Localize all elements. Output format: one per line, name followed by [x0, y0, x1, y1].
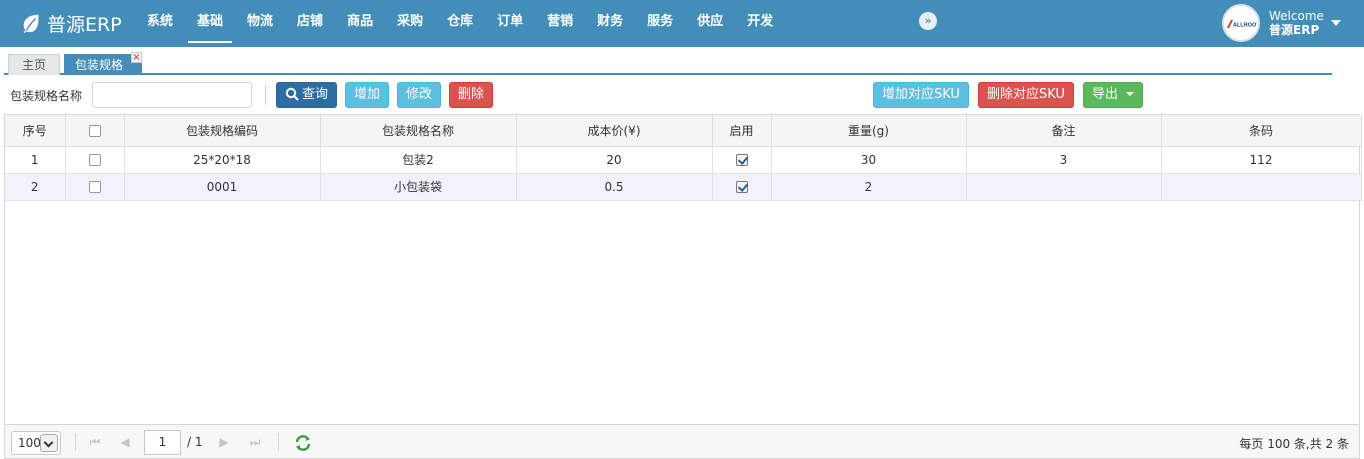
row-remark: 3 [966, 146, 1162, 174]
pager-summary: 每页 100 条,共 2 条 [1239, 437, 1349, 451]
main-menu: 系统 基础 物流 店铺 商品 采购 仓库 订单 营销 财务 服务 供应 开发 [138, 0, 788, 47]
col-header-remark[interactable]: 备注 [966, 115, 1162, 147]
package-spec-table: 序号 包装规格编码 包装规格名称 成本价(¥) 启用 重量(g) 备注 条码 1… [5, 115, 1362, 201]
menu-item-shop[interactable]: 店铺 [288, 0, 332, 47]
caret-down-icon [1126, 92, 1135, 96]
brand[interactable]: 普源ERP [20, 10, 122, 36]
row-weight: 30 [771, 146, 967, 174]
row-weight: 2 [771, 173, 967, 201]
page-size-value: 100 [18, 436, 41, 450]
col-header-enabled[interactable]: 启用 [712, 115, 772, 147]
tab-bar: 主页 包装规格 [4, 51, 1332, 75]
menu-item-warehouse[interactable]: 仓库 [438, 0, 482, 47]
menu-item-marketing[interactable]: 营销 [538, 0, 582, 47]
toolbar: 包装规格名称 查询 增加 修改 删除 增加对应SKU 删除对应SKU 导出 [4, 78, 1360, 114]
total-pages: / 1 [187, 435, 203, 449]
table-header: 序号 包装规格编码 包装规格名称 成本价(¥) 启用 重量(g) 备注 条码 [5, 115, 1362, 147]
row-code: 0001 [124, 173, 321, 201]
double-chevron-right-icon[interactable]: » [919, 12, 937, 30]
menu-item-logistics[interactable]: 物流 [238, 0, 282, 47]
pager-divider [75, 433, 76, 451]
brand-name: 普源ERP [47, 13, 122, 36]
close-icon[interactable]: × [131, 52, 142, 63]
menu-item-service[interactable]: 服务 [638, 0, 682, 47]
first-page-icon[interactable]: ⏮ [88, 435, 102, 449]
next-page-icon[interactable]: ▶ [217, 435, 231, 449]
table-row[interactable]: 2 0001 小包装袋 0.5 2 [5, 173, 1362, 201]
row-barcode: 112 [1161, 146, 1362, 174]
table-row[interactable]: 1 25*20*18 包装2 20 30 3 112 [5, 146, 1362, 174]
query-button[interactable]: 查询 [276, 82, 338, 108]
row-name: 小包装袋 [320, 173, 517, 201]
row-code: 25*20*18 [124, 146, 321, 174]
row-checkbox[interactable] [88, 181, 101, 193]
menu-item-system[interactable]: 系统 [138, 0, 182, 47]
row-remark [966, 173, 1162, 201]
menu-item-supply[interactable]: 供应 [688, 0, 732, 47]
col-header-no[interactable]: 序号 [5, 115, 66, 147]
chevron-down-icon[interactable] [40, 434, 58, 452]
row-cost: 20 [516, 146, 713, 174]
last-page-icon[interactable]: ⏭ [248, 435, 262, 449]
page-number-input[interactable]: 1 [144, 430, 181, 455]
tab-home[interactable]: 主页 [8, 54, 60, 75]
col-header-name[interactable]: 包装规格名称 [320, 115, 517, 147]
pager: 100 ⏮ ◀ 1 / 1 ▶ ⏭ 每页 100 条,共 2 条 [4, 424, 1360, 459]
row-select[interactable] [65, 173, 125, 201]
col-header-code[interactable]: 包装规格编码 [124, 115, 321, 147]
menu-item-develop[interactable]: 开发 [738, 0, 782, 47]
row-name: 包装2 [320, 146, 517, 174]
package-name-input[interactable] [92, 82, 252, 108]
row-no: 1 [5, 146, 66, 174]
row-enabled [712, 146, 772, 174]
user-name: 普源ERP [1269, 23, 1320, 37]
enabled-checkbox [735, 154, 748, 166]
avatar: ALLROOT [1222, 4, 1260, 42]
delete-sku-button[interactable]: 删除对应SKU [978, 82, 1074, 108]
leaf-icon [23, 14, 39, 34]
caret-down-icon[interactable] [1331, 20, 1341, 26]
export-button-label: 导出 [1092, 87, 1119, 102]
menu-item-basic[interactable]: 基础 [188, 0, 233, 47]
col-header-select[interactable] [65, 115, 125, 147]
prev-page-icon[interactable]: ◀ [118, 435, 132, 449]
row-checkbox[interactable] [88, 154, 101, 166]
enabled-checkbox [735, 181, 748, 193]
row-no: 2 [5, 173, 66, 201]
add-sku-button[interactable]: 增加对应SKU [873, 82, 969, 108]
add-button[interactable]: 增加 [345, 82, 390, 108]
svg-text:ALLROOT: ALLROOT [1233, 23, 1257, 29]
data-grid: 序号 包装规格编码 包装规格名称 成本价(¥) 启用 重量(g) 备注 条码 1… [4, 114, 1362, 424]
welcome-text: Welcome [1269, 9, 1324, 23]
query-button-label: 查询 [302, 87, 329, 102]
pager-divider [278, 433, 279, 451]
search-label: 包装规格名称 [10, 89, 83, 103]
search-icon [285, 87, 299, 101]
row-enabled [712, 173, 772, 201]
select-all-checkbox[interactable] [88, 124, 101, 137]
menu-item-goods[interactable]: 商品 [338, 0, 382, 47]
menu-item-purchase[interactable]: 采购 [388, 0, 432, 47]
row-select[interactable] [65, 146, 125, 174]
col-header-weight[interactable]: 重量(g) [771, 115, 967, 147]
toolbar-divider [265, 85, 266, 105]
menu-item-finance[interactable]: 财务 [588, 0, 632, 47]
row-cost: 0.5 [516, 173, 713, 201]
menu-item-orders[interactable]: 订单 [488, 0, 532, 47]
col-header-cost[interactable]: 成本价(¥) [516, 115, 713, 147]
refresh-icon[interactable] [294, 434, 312, 452]
delete-button[interactable]: 删除 [449, 82, 494, 108]
company-logo: ALLROOT [1227, 20, 1257, 28]
edit-button[interactable]: 修改 [397, 82, 442, 108]
row-barcode [1161, 173, 1362, 201]
user-menu[interactable]: ALLROOT Welcome 普源ERP [1214, 0, 1364, 47]
export-button[interactable]: 导出 [1083, 82, 1144, 108]
page-size-select[interactable]: 100 [11, 431, 61, 455]
top-navbar: 普源ERP 系统 基础 物流 店铺 商品 采购 仓库 订单 营销 财务 服务 供… [0, 0, 1364, 47]
col-header-barcode[interactable]: 条码 [1161, 115, 1362, 147]
